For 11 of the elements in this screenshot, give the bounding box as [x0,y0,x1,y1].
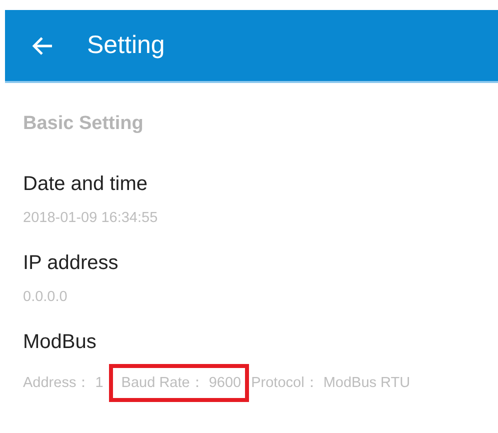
setting-value: Address： 1 [23,375,104,391]
setting-value: Protocol： ModBus RTU [251,375,410,391]
setting-value: 2018-01-09 16:34:55 [23,210,159,226]
section-header: Basic Setting [23,113,144,135]
screen-title: Setting [87,31,165,60]
setting-value: Baud Rate： 9600 [109,364,250,402]
setting-title[interactable]: Date and time [23,173,498,196]
setting-value: 0.0.0.0 [23,289,68,305]
back-icon[interactable] [31,36,53,56]
setting-title[interactable]: ModBus [23,331,498,354]
setting-title[interactable]: IP address [23,252,498,275]
